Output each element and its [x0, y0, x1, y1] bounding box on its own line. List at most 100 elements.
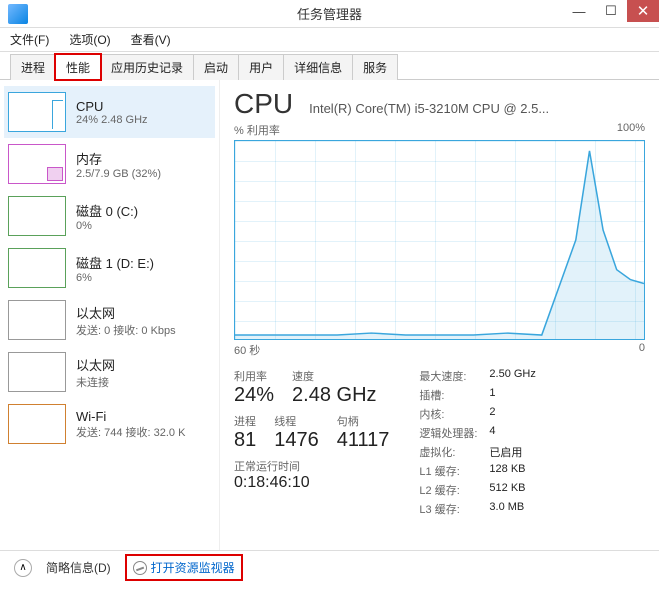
tabbar: 进程 性能 应用历史记录 启动 用户 详细信息 服务 [0, 52, 659, 80]
tab-processes[interactable]: 进程 [10, 54, 56, 80]
sidebar-item-ethernet1[interactable]: 以太网 未连接 [4, 346, 215, 398]
disk-thumb-icon [8, 248, 66, 288]
chart-ymax: 100% [617, 122, 645, 138]
sidebar-item-cpu[interactable]: CPU 24% 2.48 GHz [4, 86, 215, 138]
kv-key: 插槽: [419, 387, 479, 403]
stat-row: 利用率 24% 速度 2.48 GHz [234, 368, 389, 407]
kv-val: 4 [489, 425, 495, 441]
sidebar-info: CPU 24% 2.48 GHz [76, 92, 148, 132]
ethernet-thumb-icon [8, 352, 66, 392]
stat-value: 0:18:46:10 [234, 474, 389, 492]
stat-threads: 线程 1476 [274, 413, 319, 452]
sidebar-item-disk1[interactable]: 磁盘 1 (D: E:) 6% [4, 242, 215, 294]
stat-value: 81 [234, 429, 256, 452]
sidebar-sub: 24% 2.48 GHz [76, 114, 148, 126]
maximize-button[interactable]: ☐ [595, 0, 627, 22]
kv-val: 已启用 [489, 444, 522, 460]
stat-value: 2.48 GHz [292, 384, 376, 407]
kv-l2: L2 缓存: 512 KB [419, 482, 535, 498]
kv-key: L2 缓存: [419, 482, 479, 498]
content: CPU 24% 2.48 GHz 内存 2.5/7.9 GB (32%) 磁盘 … [0, 80, 659, 550]
memory-thumb-icon [8, 144, 66, 184]
open-resource-monitor-link[interactable]: 打开资源监视器 [151, 559, 235, 576]
kv-logical: 逻辑处理器: 4 [419, 425, 535, 441]
sidebar-title: 内存 [76, 149, 161, 168]
tab-app-history[interactable]: 应用历史记录 [100, 54, 194, 80]
stat-row: 进程 81 线程 1476 句柄 41117 [234, 413, 389, 452]
sidebar-title: 以太网 [76, 355, 115, 374]
menu-file[interactable]: 文件(F) [4, 29, 55, 50]
window-controls: — ☐ ✕ [563, 0, 659, 22]
stat-handles: 句柄 41117 [337, 413, 390, 452]
kv-key: 逻辑处理器: [419, 425, 479, 441]
stat-utilization: 利用率 24% [234, 368, 274, 407]
menu-view[interactable]: 查看(V) [125, 29, 177, 50]
kv-cores: 内核:2 [419, 406, 535, 422]
brief-info-link[interactable]: 简略信息(D) [46, 559, 111, 576]
stats: 利用率 24% 速度 2.48 GHz 进程 81 线程 147 [234, 368, 645, 517]
sidebar-title: Wi-Fi [76, 409, 185, 424]
tab-startup[interactable]: 启动 [193, 54, 239, 80]
sidebar-item-wifi[interactable]: Wi-Fi 发送: 744 接收: 32.0 K [4, 398, 215, 450]
kv-l1: L1 缓存:128 KB [419, 463, 535, 479]
sidebar-title: CPU [76, 99, 148, 114]
sidebar-item-memory[interactable]: 内存 2.5/7.9 GB (32%) [4, 138, 215, 190]
sidebar-title: 磁盘 1 (D: E:) [76, 253, 154, 272]
detail-heading: CPU [234, 88, 293, 120]
kv-key: 虚拟化: [419, 444, 479, 460]
kv-val: 512 KB [489, 482, 525, 498]
detail-subtitle: Intel(R) Core(TM) i5-3210M CPU @ 2.5... [309, 101, 645, 116]
kv-virt: 虚拟化: 已启用 [419, 444, 535, 460]
stats-left: 利用率 24% 速度 2.48 GHz 进程 81 线程 147 [234, 368, 389, 517]
stat-processes: 进程 81 [234, 413, 256, 452]
chart-xright: 0 [639, 342, 645, 358]
minimize-button[interactable]: — [563, 0, 595, 22]
sidebar-title: 以太网 [76, 303, 176, 322]
stat-value: 41117 [337, 429, 390, 452]
sidebar-title: 磁盘 0 (C:) [76, 201, 138, 220]
tab-services[interactable]: 服务 [352, 54, 398, 80]
stat-value: 24% [234, 384, 274, 407]
stat-label: 线程 [274, 413, 319, 429]
sidebar-info: 磁盘 0 (C:) 0% [76, 196, 138, 236]
cpu-chart [234, 140, 645, 340]
chevron-up-icon: ∧ [19, 562, 26, 573]
chart-y-labels: % 利用率 100% [234, 122, 645, 138]
app-icon [8, 4, 28, 24]
resource-monitor-wrap: 打开资源监视器 [125, 554, 243, 581]
sidebar-item-ethernet0[interactable]: 以太网 发送: 0 接收: 0 Kbps [4, 294, 215, 346]
close-button[interactable]: ✕ [627, 0, 659, 22]
kv-key: L3 缓存: [419, 501, 479, 517]
sidebar-info: 磁盘 1 (D: E:) 6% [76, 248, 154, 288]
detail-pane: CPU Intel(R) Core(TM) i5-3210M CPU @ 2.5… [220, 80, 659, 550]
sidebar-info: 以太网 发送: 0 接收: 0 Kbps [76, 300, 176, 340]
menu-options[interactable]: 选项(O) [63, 29, 116, 50]
stat-label: 正常运行时间 [234, 458, 389, 474]
sidebar-sub: 发送: 0 接收: 0 Kbps [76, 322, 176, 338]
tab-users[interactable]: 用户 [238, 54, 284, 80]
stat-value: 1476 [274, 429, 319, 452]
sidebar-sub: 0% [76, 220, 138, 232]
footer: ∧ 简略信息(D) 打开资源监视器 [0, 550, 659, 584]
tab-performance[interactable]: 性能 [55, 54, 101, 80]
sidebar-sub: 6% [76, 272, 154, 284]
resource-monitor-icon [133, 561, 147, 575]
chart-xleft: 60 秒 [234, 342, 260, 358]
collapse-button[interactable]: ∧ [14, 559, 32, 577]
cpu-thumb-icon [8, 92, 66, 132]
kv-val: 1 [489, 387, 495, 403]
chart-line-icon [235, 141, 644, 339]
stat-label: 速度 [292, 368, 376, 384]
sidebar-sub: 未连接 [76, 374, 115, 390]
kv-val: 2.50 GHz [489, 368, 535, 384]
detail-header: CPU Intel(R) Core(TM) i5-3210M CPU @ 2.5… [234, 88, 645, 120]
kv-maxspeed: 最大速度:2.50 GHz [419, 368, 535, 384]
kv-l3: L3 缓存:3.0 MB [419, 501, 535, 517]
kv-key: 内核: [419, 406, 479, 422]
tab-details[interactable]: 详细信息 [283, 54, 353, 80]
stats-right: 最大速度:2.50 GHz 插槽:1 内核:2 逻辑处理器:4 虚拟化:已启用 … [419, 368, 535, 517]
sidebar-item-disk0[interactable]: 磁盘 0 (C:) 0% [4, 190, 215, 242]
window-title: 任务管理器 [297, 4, 362, 23]
kv-sockets: 插槽: 1 [419, 387, 535, 403]
stat-label: 进程 [234, 413, 256, 429]
